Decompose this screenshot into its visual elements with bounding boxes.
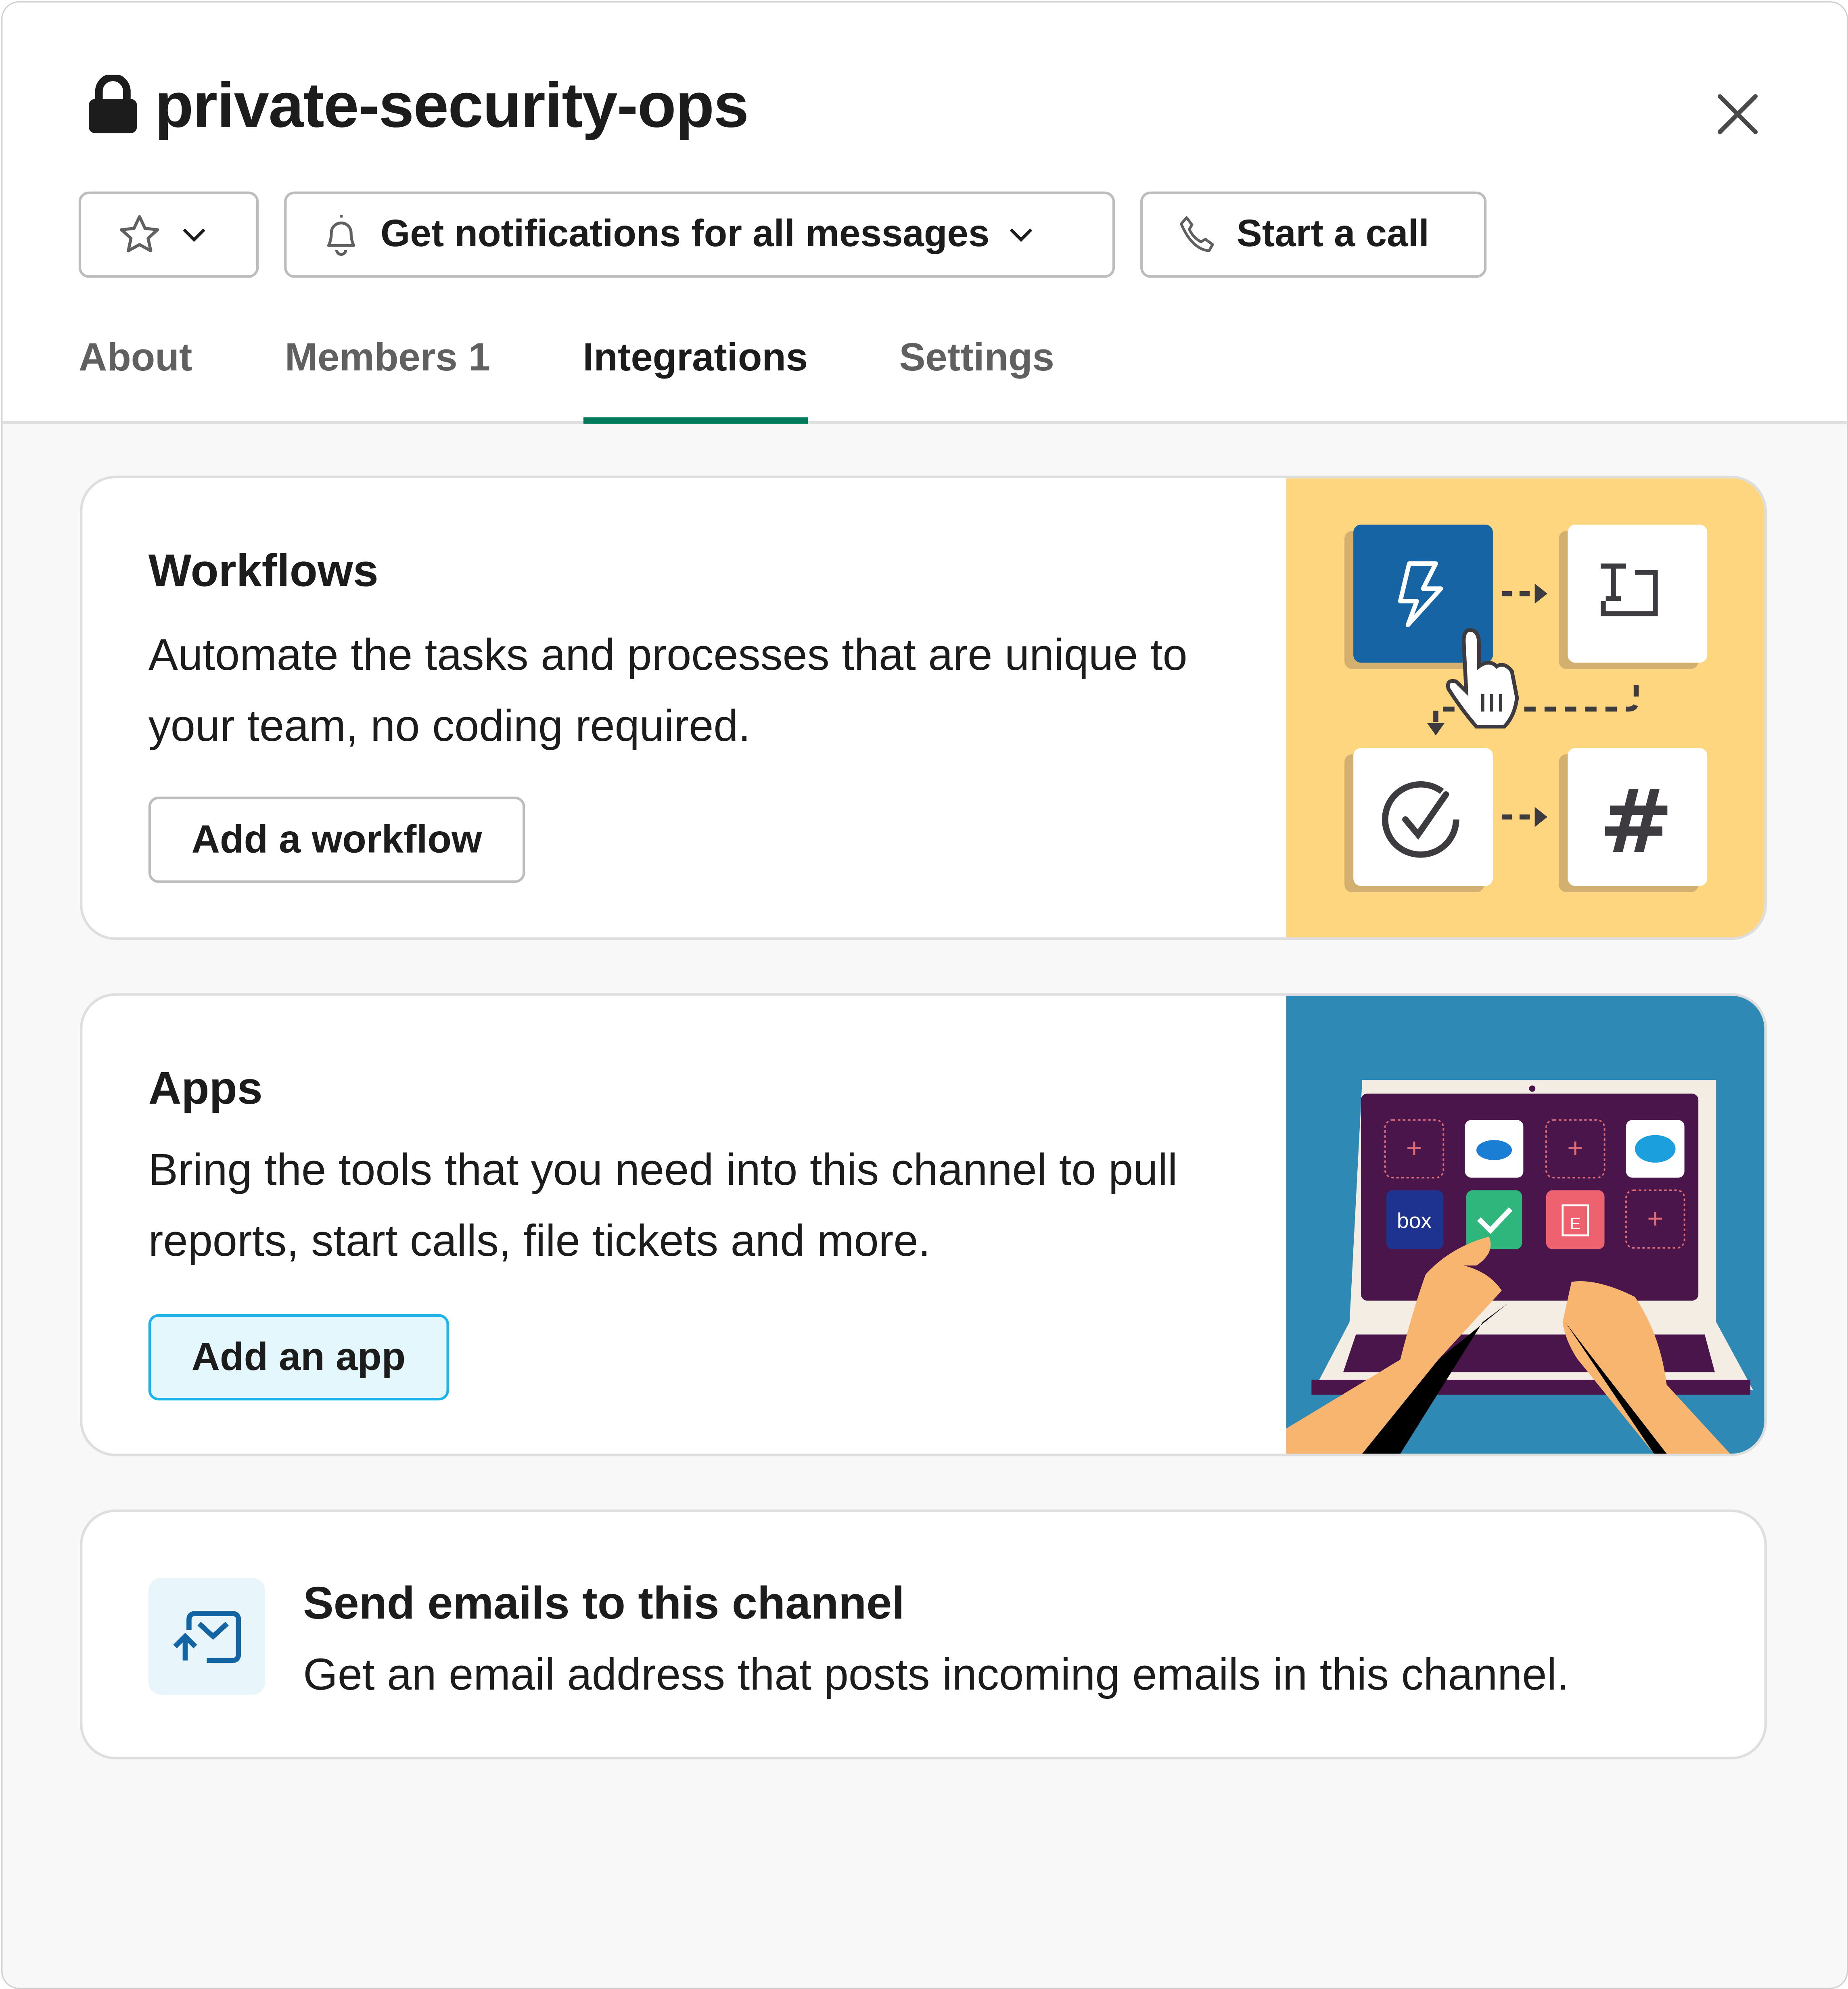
apps-description: Bring the tools that you need into this … [148, 1145, 1178, 1266]
channel-name: private-security-ops [155, 69, 749, 141]
task-app-icon [1466, 1190, 1522, 1249]
phone-icon [1180, 216, 1214, 252]
add-app-button[interactable]: Add an app [148, 1314, 449, 1401]
chevron-down-icon [1010, 228, 1033, 242]
star-icon [120, 215, 159, 253]
workflow-illustration: # [1286, 478, 1764, 938]
svg-text:+: + [1647, 1203, 1663, 1234]
hash-icon: # [1599, 771, 1673, 873]
apps-illustration: + + box E + [1286, 996, 1764, 1454]
svg-text:E: E [1570, 1214, 1581, 1233]
workflows-title: Workflows [148, 544, 378, 596]
star-button[interactable] [78, 191, 259, 278]
email-icon-tile [148, 1578, 265, 1695]
tab-settings[interactable]: Settings [899, 335, 1054, 421]
email-card[interactable]: Send emails to this channel Get an email… [80, 1509, 1767, 1760]
apps-title: Apps [148, 1062, 263, 1114]
email-forward-icon [173, 1611, 241, 1663]
add-workflow-button[interactable]: Add a workflow [148, 797, 525, 883]
tab-integrations[interactable]: Integrations [583, 335, 809, 424]
apps-card: Apps Bring the tools that you need into … [80, 993, 1767, 1456]
email-description: Get an email address that posts incoming… [303, 1650, 1569, 1700]
notifications-label: Get notifications for all messages [380, 213, 990, 255]
svg-text:+: + [1567, 1133, 1583, 1164]
close-icon[interactable] [1712, 89, 1763, 140]
channel-details-modal: private-security-ops Get notifications f… [1, 1, 1848, 1989]
channel-title: private-security-ops [86, 69, 749, 142]
tab-about[interactable]: About [79, 335, 192, 421]
modal-header: private-security-ops Get notifications f… [2, 2, 1847, 424]
chevron-down-icon [183, 228, 205, 242]
start-call-label: Start a call [1236, 213, 1429, 255]
form-tile [1568, 525, 1708, 663]
bell-icon [327, 215, 355, 256]
lock-icon [89, 75, 137, 134]
workflows-description: Automate the tasks and processes that ar… [148, 630, 1187, 751]
tab-bar: About Members 1 Integrations Settings [79, 335, 1054, 424]
check-tile [1353, 748, 1493, 886]
toolbar: Get notifications for all messages Start… [78, 191, 1487, 278]
svg-text:box: box [1397, 1209, 1432, 1233]
svg-text:+: + [1406, 1133, 1422, 1164]
email-title: Send emails to this channel [303, 1577, 905, 1629]
tab-members[interactable]: Members 1 [285, 335, 490, 421]
start-call-button[interactable]: Start a call [1140, 191, 1487, 278]
notifications-dropdown[interactable]: Get notifications for all messages [284, 191, 1115, 278]
workflows-card: Workflows Automate the tasks and process… [80, 475, 1767, 940]
